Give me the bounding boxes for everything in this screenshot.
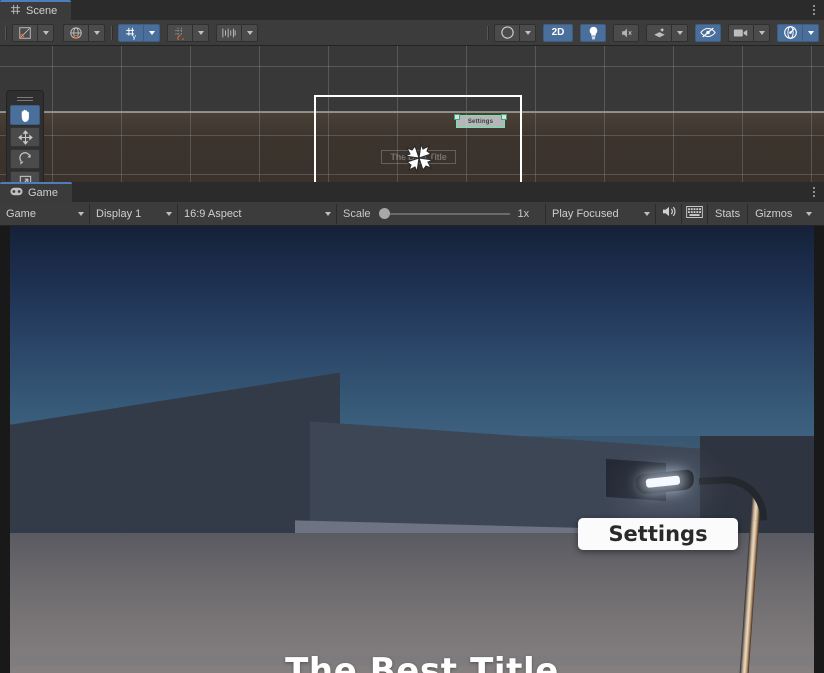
tool-palette-grip[interactable]	[10, 94, 40, 103]
game-render-surface[interactable]: Settings The Best Title	[10, 226, 814, 673]
tab-scene-label: Scene	[26, 5, 58, 17]
scene-pivot-mode-button[interactable]	[63, 23, 89, 42]
game-tabbar-filler	[71, 182, 804, 202]
scene-more-menu-icon[interactable]	[804, 0, 824, 20]
chevron-down-icon	[806, 211, 813, 216]
game-gizmos-button[interactable]: Gizmos	[748, 204, 799, 224]
scene-pivot-mode-dropdown[interactable]	[89, 23, 105, 42]
game-more-menu-icon[interactable]	[804, 182, 824, 202]
scene-vertex-snap-button[interactable]	[167, 23, 193, 42]
game-scale-slider[interactable]	[378, 208, 510, 219]
chevron-down-icon	[807, 30, 814, 35]
game-view-mode-dropdown[interactable]: Game	[0, 203, 90, 224]
chevron-down-icon	[78, 211, 84, 216]
chevron-down-icon	[197, 30, 204, 35]
scene-viewport[interactable]: The Best Title Settings	[0, 46, 824, 182]
chevron-down-icon	[148, 30, 155, 35]
scene-2d-toggle[interactable]: 2D	[543, 23, 573, 42]
lamp-bulb	[645, 475, 681, 488]
scene-tool-palette	[6, 90, 44, 182]
scene-toolbar: y 2D	[0, 20, 824, 46]
speaker-icon	[661, 205, 677, 223]
game-aspect-dropdown[interactable]: 16:9 Aspect	[178, 203, 337, 224]
game-stats-button[interactable]: Stats	[708, 203, 749, 224]
gamepad-icon	[10, 187, 23, 199]
scene-fx-button[interactable]	[646, 23, 672, 42]
toolbar-divider-3	[487, 25, 489, 40]
scene-shading-dropdown[interactable]	[520, 23, 536, 42]
chevron-down-icon	[93, 30, 100, 35]
chevron-down-icon	[676, 30, 683, 35]
game-scale-slider-group[interactable]: Scale 1x	[337, 203, 546, 224]
keyboard-icon	[686, 205, 703, 223]
toolbar-divider	[5, 25, 7, 40]
game-scale-label: Scale	[343, 207, 371, 220]
game-aspect-value: 16:9 Aspect	[184, 207, 242, 220]
scene-sky	[0, 46, 824, 112]
game-play-mode-dropdown[interactable]: Play Focused	[546, 203, 656, 224]
scene-settings-button[interactable]: Settings	[454, 114, 507, 128]
chevron-down-icon	[42, 30, 49, 35]
game-input-debug-button[interactable]	[682, 203, 708, 224]
scene-lighting-toggle[interactable]	[580, 23, 606, 42]
tab-game[interactable]: Game	[0, 182, 72, 202]
hand-tool[interactable]	[10, 105, 40, 125]
scale-tool[interactable]	[10, 171, 40, 182]
chevron-down-icon	[758, 30, 765, 35]
scene-grid-size-dropdown[interactable]	[242, 23, 258, 42]
grid-icon	[10, 4, 21, 18]
game-viewport[interactable]: Settings The Best Title	[0, 226, 824, 673]
game-settings-button[interactable]: Settings	[578, 518, 738, 550]
move-gizmo-cursor	[402, 141, 436, 175]
game-scale-value: 1x	[517, 207, 530, 220]
scene-vertex-snap-dropdown[interactable]	[193, 23, 209, 42]
scene-audio-toggle[interactable]	[613, 23, 639, 42]
game-toolbar: Game Display 1 16:9 Aspect Scale 1x Play…	[0, 202, 824, 226]
tab-game-label: Game	[28, 187, 58, 199]
svg-text:y: y	[132, 34, 136, 40]
game-tabbar: Game	[0, 182, 824, 202]
slider-knob[interactable]	[378, 208, 390, 219]
scene-draw-mode-dropdown[interactable]	[38, 23, 54, 42]
move-tool[interactable]	[10, 127, 40, 147]
scene-hidden-objects-toggle[interactable]	[695, 23, 721, 42]
chevron-down-icon	[246, 30, 253, 35]
game-display-value: Display 1	[96, 207, 142, 220]
scene-grid-size-button[interactable]	[216, 23, 242, 42]
scene-camera-dropdown[interactable]	[754, 23, 770, 42]
scene-grid-snap-dropdown[interactable]	[144, 23, 160, 42]
chevron-down-icon	[644, 211, 650, 216]
scene-gizmos-dropdown[interactable]	[803, 23, 819, 42]
chevron-down-icon	[524, 30, 531, 35]
scene-gizmos-button[interactable]	[777, 23, 803, 42]
game-play-mode-value: Play Focused	[552, 207, 619, 220]
game-title-text: The Best Title	[285, 651, 559, 673]
scene-draw-mode-button[interactable]	[12, 23, 38, 42]
slider-track[interactable]	[389, 212, 510, 215]
tab-scene[interactable]: Scene	[0, 0, 72, 20]
scene-tabbar: Scene	[0, 0, 824, 20]
scene-grid-snap-button[interactable]: y	[118, 23, 144, 42]
chevron-down-icon	[166, 211, 172, 216]
game-gizmos-dropdown[interactable]	[799, 204, 819, 224]
scene-tabbar-filler	[71, 0, 804, 20]
game-view-mode-value: Game	[6, 207, 36, 220]
scene-camera-button[interactable]	[728, 23, 754, 42]
game-mute-audio-button[interactable]	[656, 203, 682, 224]
game-display-dropdown[interactable]: Display 1	[90, 203, 178, 224]
unity-editor-window: Scene y 2D The Title Settings Game Game …	[0, 0, 824, 673]
scene-horizon	[0, 111, 824, 113]
rotate-tool[interactable]	[10, 149, 40, 169]
scene-fx-dropdown[interactable]	[672, 23, 688, 42]
chevron-down-icon	[325, 211, 331, 216]
toolbar-divider-2	[111, 25, 113, 40]
scene-shading-button[interactable]	[494, 23, 520, 42]
